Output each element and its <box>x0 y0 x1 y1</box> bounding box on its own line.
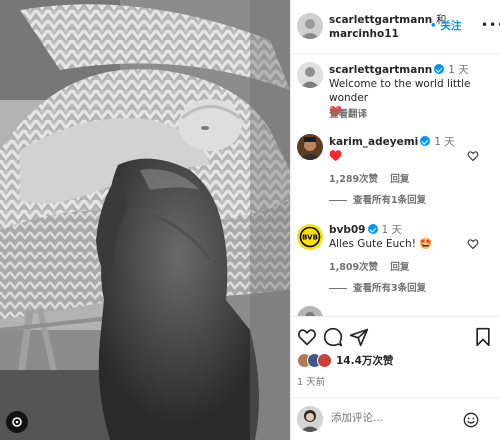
post-image <box>0 0 290 440</box>
svg-text:BVB: BVB <box>302 234 318 242</box>
comment-text: Alles Gute Euch! <box>329 238 416 250</box>
more-options-button[interactable]: ••• <box>481 18 500 32</box>
comment-text-block: bvb09 1 天 Alles Gute Euch! 🤩 <box>329 223 489 251</box>
verified-badge-icon <box>420 136 431 146</box>
comments-list[interactable]: scarlettgartmann 1 天 Welcome to the world… <box>291 54 500 316</box>
comment-meta: 1,809次赞 回复 <box>329 259 418 273</box>
caption-time: 1 天 <box>448 64 469 76</box>
comment-text-block: karim_adeyemi 1 天 ♥️ <box>329 135 489 163</box>
threads-icon[interactable] <box>6 411 28 433</box>
post-header: scarlettgartmann 和 marcinho11 • 关注 ••• <box>291 0 500 54</box>
coauthor-username[interactable]: marcinho11 <box>329 28 399 40</box>
comment-username[interactable]: bvb09 <box>329 224 366 236</box>
view-replies-button[interactable]: 查看所有3条回复 <box>329 280 426 294</box>
reply-button[interactable]: 回复 <box>390 262 409 273</box>
like-heart-icon[interactable] <box>297 327 317 347</box>
add-comment-bar <box>291 397 500 440</box>
post-side-panel: scarlettgartmann 和 marcinho11 • 关注 ••• s… <box>290 0 500 440</box>
comment-like-count[interactable]: 1,289次赞 <box>329 174 378 185</box>
follow-button[interactable]: • 关注 <box>430 18 461 33</box>
likes-summary[interactable]: 14.4万次赞 <box>297 352 393 368</box>
view-replies-button[interactable]: 查看所有1条回复 <box>329 192 426 206</box>
comment-username[interactable]: karim_adeyemi <box>329 136 418 148</box>
comment-time: 1 天 <box>434 136 455 148</box>
commenter-avatar[interactable] <box>297 134 323 160</box>
author-avatar[interactable] <box>297 13 323 39</box>
comment-text: ♥️ <box>329 150 343 162</box>
comment-time: 1 天 <box>381 224 403 236</box>
comment-like-count[interactable]: 1,809次赞 <box>329 262 378 273</box>
post-photo[interactable] <box>0 0 290 440</box>
post-date: 1 天前 <box>297 377 326 388</box>
liker-avatar <box>317 352 332 368</box>
share-send-icon[interactable] <box>349 327 369 347</box>
author-username[interactable]: scarlettgartmann <box>329 14 432 26</box>
emoji-smiley-icon[interactable] <box>463 412 479 428</box>
bvb-avatar[interactable]: BVB <box>297 224 323 250</box>
post-actions: 14.4万次赞 1 天前 <box>291 316 500 440</box>
likes-count[interactable]: 14.4万次赞 <box>336 353 393 368</box>
commenter-avatar[interactable] <box>297 306 323 316</box>
reply-button[interactable]: 回复 <box>390 174 409 185</box>
add-comment-input[interactable] <box>331 412 451 424</box>
star-struck-emoji: 🤩 <box>419 238 433 250</box>
like-comment-heart-icon[interactable] <box>467 150 479 162</box>
save-bookmark-icon[interactable] <box>473 327 493 347</box>
verified-badge-icon <box>434 64 445 74</box>
caption-text: Welcome to the world little wonder <box>329 78 471 104</box>
see-translation-button[interactable]: 查看翻译 <box>329 106 367 120</box>
verified-badge-icon <box>367 224 378 234</box>
comment-meta: 1,289次赞 回复 <box>329 171 418 185</box>
caption-username[interactable]: scarlettgartmann <box>329 64 432 76</box>
current-user-avatar <box>297 406 323 432</box>
author-names: scarlettgartmann 和 marcinho11 <box>329 13 446 41</box>
caption-avatar[interactable] <box>297 62 323 88</box>
like-comment-heart-icon[interactable] <box>467 238 479 250</box>
comment-bubble-icon[interactable] <box>323 327 343 347</box>
